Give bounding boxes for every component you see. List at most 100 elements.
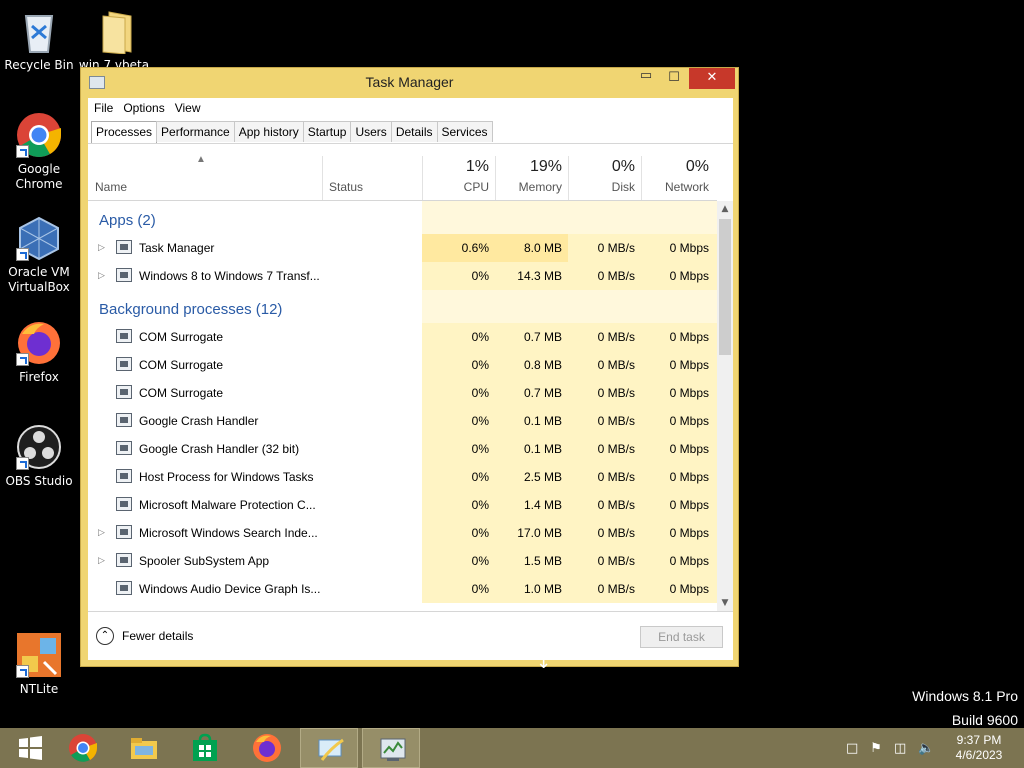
expand-chevron-icon[interactable]: ▷ <box>98 555 105 566</box>
taskbar-chrome[interactable] <box>53 728 111 768</box>
menu-options[interactable]: Options <box>123 98 170 118</box>
watermark-edition: Windows 8.1 Pro <box>912 688 1018 704</box>
tab-users[interactable]: Users <box>350 121 392 142</box>
table-row[interactable]: ▷ Spooler SubSystem App 0% 1.5 MB 0 MB/s 0 Mb… <box>88 547 717 575</box>
menu-file[interactable]: File <box>94 98 119 118</box>
table-row[interactable]: Google Crash Handler 0% 0.1 MB 0 MB/s 0 Mbps <box>88 407 717 435</box>
scroll-thumb[interactable] <box>719 219 731 355</box>
taskbar-clock[interactable]: 9:37 PM 4/6/2023 <box>946 733 1012 763</box>
table-row[interactable]: ▷ Microsoft Windows Search Inde... 0% 17.0 … <box>88 519 717 547</box>
column-disk[interactable]: Disk <box>568 180 635 194</box>
process-name: Host Process for Windows Tasks <box>139 470 314 484</box>
process-cpu: 0.6% <box>461 241 489 255</box>
process-name: Microsoft Windows Search Inde... <box>139 526 318 540</box>
end-task-button[interactable]: End task <box>640 626 723 648</box>
task-manager-icon <box>380 738 406 761</box>
tab-performance[interactable]: Performance <box>156 121 235 142</box>
process-network: 0 Mbps <box>669 241 709 255</box>
process-name: COM Surrogate <box>139 386 224 400</box>
desktop-icon-folder[interactable]: win 7 vbeta <box>76 8 152 68</box>
tab-strip: Processes Performance App history Startu… <box>91 121 493 143</box>
process-network: 0 Mbps <box>669 442 709 456</box>
maximize-button[interactable]: ☐ <box>661 68 687 89</box>
network-total[interactable]: 0% <box>641 158 709 176</box>
minimize-button[interactable]: ▭ <box>633 66 659 87</box>
process-name: Spooler SubSystem App <box>139 554 270 568</box>
tab-details[interactable]: Details <box>390 121 438 142</box>
tab-processes[interactable]: Processes <box>91 121 158 143</box>
process-disk: 0 MB/s <box>597 330 635 344</box>
taskbar-task-manager[interactable] <box>362 728 420 768</box>
chevron-up-icon[interactable]: ⌃ <box>96 627 114 645</box>
taskbar: □ ⚑ ◫ 🔈 9:37 PM 4/6/2023 <box>0 728 1024 768</box>
network-icon[interactable]: ◫ <box>894 741 906 756</box>
desktop-icon-recycle-bin[interactable]: Recycle Bin <box>1 8 77 73</box>
firefox-icon <box>16 320 62 366</box>
tab-startup[interactable]: Startup <box>302 121 352 142</box>
process-disk: 0 MB/s <box>597 386 635 400</box>
column-cpu[interactable]: CPU <box>422 180 489 194</box>
desktop-icon-firefox[interactable]: Firefox <box>1 320 77 385</box>
firefox-icon <box>253 734 281 762</box>
store-icon <box>193 733 217 761</box>
process-cpu: 0% <box>471 470 489 484</box>
taskbar-file-explorer[interactable] <box>114 728 172 768</box>
obs-icon <box>16 424 62 470</box>
volume-icon[interactable]: 🔈 <box>918 741 934 756</box>
process-icon <box>116 357 132 371</box>
taskbar-firefox[interactable] <box>237 728 295 768</box>
process-memory: 14.3 MB <box>517 269 562 283</box>
recycle-bin-icon <box>16 8 62 54</box>
scroll-down-icon[interactable]: ▼ <box>717 595 733 611</box>
table-row[interactable]: Google Crash Handler (32 bit) 0% 0.1 MB 0 M… <box>88 435 717 463</box>
taskbar-store[interactable] <box>175 728 233 768</box>
process-icon <box>116 240 132 254</box>
column-network[interactable]: Network <box>641 180 709 194</box>
process-memory: 0.8 MB <box>523 358 562 372</box>
title-bar[interactable]: Task Manager ▭ ☐ ✕ <box>81 68 738 98</box>
minimize-icon: ▭ <box>639 68 653 83</box>
table-row[interactable]: Host Process for Windows Tasks 0% 2.5 MB 0 … <box>88 463 717 491</box>
expand-chevron-icon[interactable]: ▷ <box>98 242 105 253</box>
process-network: 0 Mbps <box>669 358 709 372</box>
table-row[interactable]: Microsoft Malware Protection C... 0% 1.4 M… <box>88 491 717 519</box>
virtualbox-icon <box>16 215 62 261</box>
flag-icon[interactable]: ⚑ <box>870 741 882 756</box>
tab-app-history[interactable]: App history <box>233 121 304 142</box>
process-icon <box>116 581 132 595</box>
desktop-icon-chrome[interactable]: Google Chrome <box>1 112 77 192</box>
tab-services[interactable]: Services <box>436 121 493 142</box>
process-icon <box>116 413 132 427</box>
fewer-details-link[interactable]: Fewer details <box>122 629 193 643</box>
table-row[interactable]: COM Surrogate 0% 0.7 MB 0 MB/s 0 Mbps <box>88 323 717 351</box>
desktop-icon-obs[interactable]: OBS Studio <box>1 424 77 489</box>
expand-chevron-icon[interactable]: ▷ <box>98 270 105 281</box>
disk-total[interactable]: 0% <box>568 158 635 176</box>
start-button[interactable] <box>0 728 58 768</box>
desktop-icon-ntlite[interactable]: NTLite <box>1 632 77 697</box>
table-row[interactable]: COM Surrogate 0% 0.8 MB 0 MB/s 0 Mbps <box>88 351 717 379</box>
process-cpu: 0% <box>471 414 489 428</box>
column-memory[interactable]: Memory <box>495 180 562 194</box>
process-icon <box>116 553 132 567</box>
table-row[interactable]: ▷ Task Manager 0.6% 8.0 MB 0 MB/s 0 Mbps <box>88 234 717 262</box>
scroll-up-icon[interactable]: ▲ <box>717 201 733 217</box>
memory-total[interactable]: 19% <box>495 158 562 176</box>
group-title-apps: Apps (2) <box>99 212 156 229</box>
taskbar-transfer-wizard[interactable] <box>300 728 358 768</box>
table-row[interactable]: ▷ Windows 8 to Windows 7 Transf... 0% 14.3 … <box>88 262 717 290</box>
menu-view[interactable]: View <box>175 98 207 118</box>
sort-up-icon: ▲ <box>196 154 206 165</box>
action-center-icon[interactable]: □ <box>846 741 858 756</box>
close-button[interactable]: ✕ <box>689 68 735 89</box>
column-status[interactable]: Status <box>329 180 363 194</box>
cpu-total[interactable]: 1% <box>422 158 489 176</box>
close-icon: ✕ <box>706 70 718 85</box>
table-row[interactable]: Windows Audio Device Graph Is... 0% 1.0 MB… <box>88 575 717 603</box>
process-memory: 0.7 MB <box>523 330 562 344</box>
table-row[interactable]: COM Surrogate 0% 0.7 MB 0 MB/s 0 Mbps <box>88 379 717 407</box>
desktop-icon-virtualbox[interactable]: Oracle VM VirtualBox <box>1 215 77 295</box>
column-name[interactable]: Name <box>95 180 127 194</box>
process-list-scrollbar[interactable]: ▲ ▼ <box>717 201 733 611</box>
expand-chevron-icon[interactable]: ▷ <box>98 527 105 538</box>
